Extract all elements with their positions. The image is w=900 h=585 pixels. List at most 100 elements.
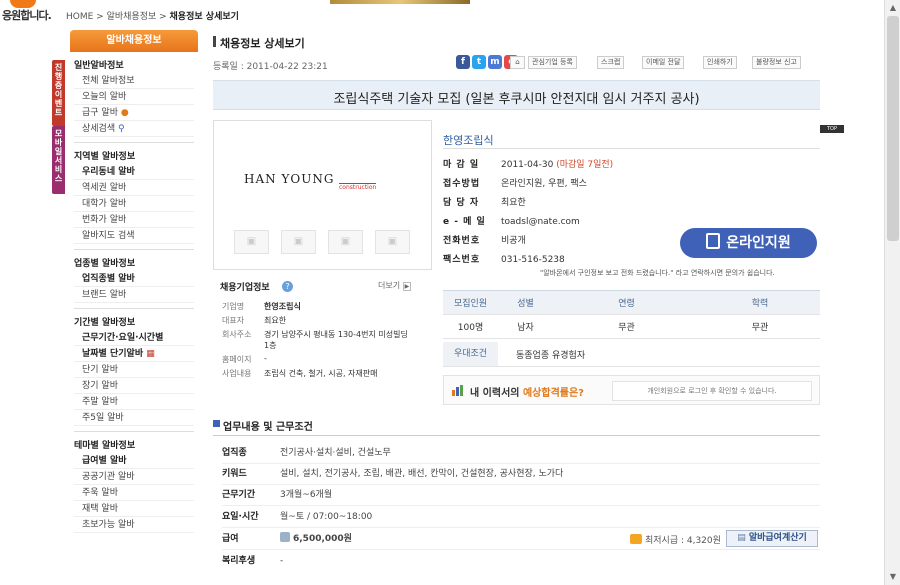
table-cell: 무관 (700, 314, 820, 339)
company-logo-box: HAN YOUNG construction ▣ ▣ ▣ ▣ (213, 120, 432, 270)
info-value: 경기 남양주시 평내동 130-4번지 미성빌딩 1층 (264, 330, 408, 350)
info-value: - (264, 354, 267, 363)
detail-value: 031-516-5238 (501, 255, 565, 265)
more-label: 더보기 (378, 281, 401, 290)
company-info-row: 대표자 최요한 (222, 315, 409, 326)
twitter-share-icon[interactable]: t (472, 55, 486, 69)
work-row-keywords: 키워드 설비, 설치, 전기공사, 조립, 배관, 배선, 칸막이, 건설현장, … (222, 464, 820, 485)
min-wage: 최저시급 : 4,320원 (630, 533, 721, 546)
sidebar-item-by-industry[interactable]: 업직종별 알바 (74, 271, 194, 287)
table-cell: 100명 (443, 314, 498, 339)
photo-placeholder-icon[interactable]: ▣ (234, 230, 269, 254)
detail-key: 전화번호 (443, 236, 481, 246)
pay-type-icon (280, 532, 290, 542)
photo-placeholder-icon[interactable]: ▣ (281, 230, 316, 254)
scrap-button[interactable]: 스크랩 (597, 56, 625, 69)
work-key: 요일·시간 (222, 512, 259, 522)
sidebar-item-long-term[interactable]: 장기 알바 (74, 378, 194, 394)
info-key: 사업내용 (222, 369, 252, 378)
table-header: 연령 (553, 290, 700, 315)
facebook-share-icon[interactable]: f (456, 55, 470, 69)
info-value: 최요한 (264, 316, 287, 325)
scroll-top-button[interactable]: TOP (820, 125, 844, 133)
work-key: 급여 (222, 534, 239, 544)
work-key: 복리후생 (222, 556, 256, 566)
table-header-row: 모집인원 성별 연령 학력 (443, 290, 820, 315)
breadcrumb-home[interactable]: HOME (66, 12, 93, 22)
vertical-scrollbar[interactable]: ▲ ▼ (884, 0, 900, 585)
sidebar-item-urgent-jobs[interactable]: 급구 알바 ● (74, 105, 194, 121)
detail-row-apply-method: 접수방법 온라인지원, 우편, 팩스 (443, 176, 587, 189)
sidebar-group-title: 업종별 알바정보 (74, 259, 136, 269)
sidebar-item-beginner[interactable]: 초보가능 알바 (74, 517, 194, 533)
detail-row-phone: 전화번호 비공개 (443, 233, 526, 246)
home-icon[interactable]: ⌂ (510, 56, 525, 69)
company-info-title: 채용기업정보 (220, 283, 270, 293)
scroll-down-arrow-icon[interactable]: ▼ (887, 571, 899, 583)
sidebar: 알바채용정보 일반알바정보 전체 알바정보 오늘의 알바 급구 알바 ● 상세검… (70, 30, 198, 533)
sidebar-item-by-pay[interactable]: 급여별 알바 (74, 453, 194, 469)
sidebar-item-today-jobs[interactable]: 오늘의 알바 (74, 89, 194, 105)
sidebar-item-neighborhood[interactable]: 우리동네 알바 (74, 164, 194, 180)
sidebar-item-home[interactable]: 재택 알바 (74, 501, 194, 517)
job-title-bar: 조립식주택 기술자 모집 (일본 후쿠시마 안전지대 임시 거주지 공사) (213, 80, 820, 110)
sidebar-item-by-date[interactable]: 날짜별 단기알바 ▦ (74, 346, 194, 362)
sidebar-item-all-jobs[interactable]: 전체 알바정보 (74, 73, 194, 89)
pass-rate-title: 내 이력서의 예상합격률은? (470, 384, 584, 399)
breadcrumb-jobs[interactable]: 알바채용정보 (107, 12, 157, 22)
info-key: 기업명 (222, 302, 245, 311)
detail-key: 접수방법 (443, 179, 481, 189)
sidebar-item-brand[interactable]: 브랜드 알바 (74, 287, 194, 303)
calendar-icon: ▦ (146, 349, 155, 359)
sidebar-item-public[interactable]: 공공기관 알바 (74, 469, 194, 485)
requirements-table: 모집인원 성별 연령 학력 100명 남자 무관 무관 (443, 290, 820, 339)
online-apply-button[interactable]: 온라인지원 (680, 228, 817, 258)
breadcrumb-separator: > (156, 12, 170, 22)
site-logo[interactable]: 응원합니다. (2, 7, 52, 23)
company-name-link[interactable]: 한영조립식 (443, 132, 494, 148)
photo-placeholder-icon[interactable]: ▣ (328, 230, 363, 254)
sidebar-item-station[interactable]: 역세권 알바 (74, 180, 194, 196)
login-to-check-button[interactable]: 개인회원으로 로그인 후 확인할 수 있습니다. (612, 381, 812, 401)
work-value: 설비, 설치, 전기공사, 조립, 배관, 배선, 칸막이, 건설현장, 공사현… (280, 469, 564, 479)
sidebar-item-weekend[interactable]: 주말 알바 (74, 394, 194, 410)
sidebar-item-period-time[interactable]: 근무기간·요일·시간별 (74, 330, 194, 346)
scroll-up-arrow-icon[interactable]: ▲ (887, 2, 899, 14)
add-favorite-company-button[interactable]: 관심기업 등록 (528, 56, 577, 69)
sidebar-item-label: 급구 알바 (82, 108, 118, 118)
photo-placeholder-icon[interactable]: ▣ (375, 230, 410, 254)
sidebar-group-title: 테마별 알바정보 (74, 441, 136, 451)
detail-value: 2011-04-30 (501, 160, 554, 170)
company-logo: HAN YOUNG (244, 172, 335, 186)
scroll-thumb[interactable] (887, 16, 899, 241)
sidebar-item-campus[interactable]: 대학가 알바 (74, 196, 194, 212)
sidebar-item-downtown[interactable]: 번화가 알바 (74, 212, 194, 228)
side-tab-events[interactable]: 진행중이벤트 (52, 60, 65, 126)
sidebar-item-short-term[interactable]: 단기 알바 (74, 362, 194, 378)
side-tab-mobile[interactable]: 모바일서비스 (52, 126, 65, 194)
sidebar-item-detail-search[interactable]: 상세검색 ⚲ (74, 121, 194, 137)
email-forward-button[interactable]: 이메일 전달 (642, 56, 685, 69)
deadline-note: (마감일 7일전) (556, 160, 614, 170)
registration-date: 등록일 : 2011-04-22 23:21 (213, 59, 328, 72)
detail-key: e - 메 일 (443, 217, 486, 227)
me2day-share-icon[interactable]: m (488, 55, 502, 69)
pay-calculator-button[interactable]: ▤ 알바급여계산기 (726, 530, 818, 547)
print-button[interactable]: 인쇄하기 (703, 56, 737, 69)
table-row: 100명 남자 무관 무관 (443, 314, 820, 339)
sidebar-item-5day[interactable]: 주5일 알바 (74, 410, 194, 426)
report-button[interactable]: 불량정보 신고 (752, 56, 801, 69)
sidebar-header[interactable]: 알바채용정보 (70, 30, 198, 52)
company-info-more-link[interactable]: 더보기 ▶ (378, 280, 412, 291)
detail-row-deadline: 마 감 일 2011-04-30 (마감일 7일전) (443, 157, 613, 170)
divider (443, 148, 820, 149)
help-icon[interactable]: ? (282, 281, 293, 292)
sidebar-item-map-search[interactable]: 알바지도 검색 (74, 228, 194, 244)
pay-value: 6,500,000원 (280, 529, 352, 549)
top-banner[interactable] (330, 0, 470, 4)
sidebar-group-title: 기간별 알바정보 (74, 318, 136, 328)
sidebar-item-long[interactable]: 주욱 알바 (74, 485, 194, 501)
email-link[interactable]: toadsl@nate.com (501, 217, 580, 227)
info-value: 조립식 건축, 철거, 시공, 자재판매 (264, 369, 378, 378)
table-header: 성별 (498, 290, 553, 315)
